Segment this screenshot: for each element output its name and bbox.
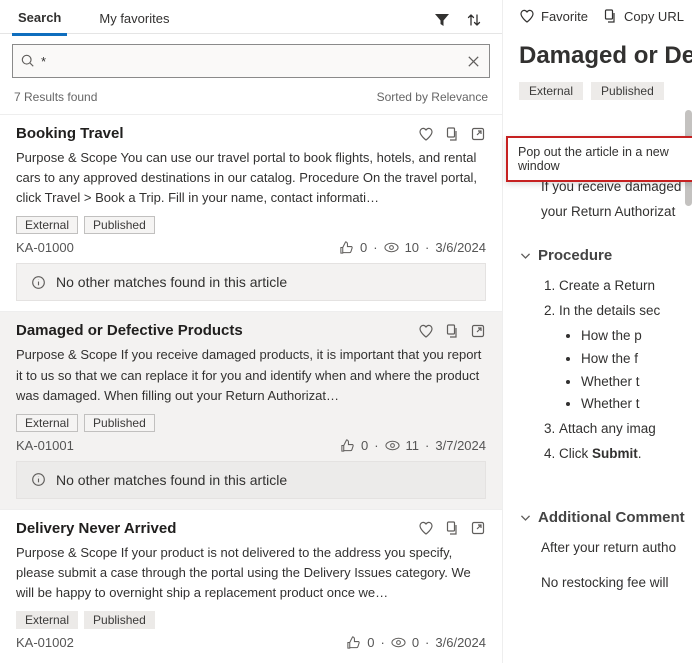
thumbsup-icon[interactable] — [346, 635, 361, 650]
heart-icon[interactable] — [418, 520, 434, 536]
section-additional-heading[interactable]: Additional Comment — [513, 499, 692, 534]
card-title: Damaged or Defective Products — [16, 322, 243, 339]
card-desc: Purpose & Scope If you receive damaged p… — [16, 345, 486, 405]
thumbsup-icon[interactable] — [340, 438, 355, 453]
results-count: 7 Results found — [14, 90, 97, 104]
section-procedure-heading[interactable]: Procedure — [513, 237, 692, 272]
card-ka: KA-01002 — [16, 635, 74, 650]
section-procedure-body: Create a Return In the details sec How t… — [513, 272, 692, 479]
tabs-bar: Search My favorites — [0, 0, 502, 34]
heart-icon[interactable] — [418, 323, 434, 339]
sort-label: Sorted by Relevance — [377, 90, 488, 104]
badge-published: Published — [591, 82, 664, 100]
card-date: 3/6/2024 — [435, 635, 486, 650]
card-ka: KA-01001 — [16, 438, 74, 453]
popout-icon[interactable] — [470, 323, 486, 339]
result-card[interactable]: Delivery Never Arrived Purpose & Scope I… — [0, 509, 502, 663]
result-card[interactable]: Damaged or Defective Products Purpose & … — [0, 311, 502, 508]
info-icon — [31, 472, 46, 487]
badge-external: External — [16, 216, 78, 234]
search-input[interactable] — [41, 54, 466, 69]
badge-external: External — [16, 414, 78, 432]
article-title: Damaged or De — [513, 30, 692, 82]
results-list: Booking Travel Purpose & Scope You can u… — [0, 114, 502, 663]
card-desc: Purpose & Scope You can use our travel p… — [16, 148, 486, 208]
card-likes: 0 — [367, 635, 374, 650]
card-title: Booking Travel — [16, 125, 124, 142]
badge-published: Published — [84, 414, 155, 432]
views-icon — [384, 240, 399, 255]
tooltip-popout: Pop out the article in a new window — [506, 136, 692, 182]
copy-icon — [602, 8, 618, 24]
badge-external: External — [519, 82, 583, 100]
badge-external: External — [16, 611, 78, 629]
card-likes: 0 — [361, 438, 368, 453]
card-views: 0 — [412, 635, 419, 650]
popout-icon[interactable] — [470, 126, 486, 142]
card-ka: KA-01000 — [16, 240, 74, 255]
chevron-down-icon — [519, 511, 532, 524]
tab-search[interactable]: Search — [12, 4, 67, 36]
badge-published: Published — [84, 611, 155, 629]
favorite-button[interactable]: Favorite — [519, 8, 588, 24]
chevron-down-icon — [519, 249, 532, 262]
card-views: 10 — [405, 240, 419, 255]
filter-icon[interactable] — [434, 12, 450, 28]
search-icon — [21, 54, 35, 68]
card-desc: Purpose & Scope If your product is not d… — [16, 543, 486, 603]
badge-published: Published — [84, 216, 155, 234]
section-additional-body: After your return autho No restocking fe… — [513, 534, 692, 608]
tab-favorites[interactable]: My favorites — [93, 5, 175, 34]
result-card[interactable]: Booking Travel Purpose & Scope You can u… — [0, 114, 502, 311]
card-date: 3/7/2024 — [435, 438, 486, 453]
copy-url-button[interactable]: Copy URL — [602, 8, 684, 24]
popout-icon[interactable] — [470, 520, 486, 536]
link-icon[interactable] — [444, 520, 460, 536]
thumbsup-icon[interactable] — [339, 240, 354, 255]
link-icon[interactable] — [444, 126, 460, 142]
views-icon — [385, 438, 400, 453]
section-purpose-body: If you receive damaged your Return Autho… — [513, 173, 692, 237]
info-icon — [31, 275, 46, 290]
card-likes: 0 — [360, 240, 367, 255]
no-match-notice: No other matches found in this article — [16, 263, 486, 301]
link-icon[interactable] — [444, 323, 460, 339]
card-views: 11 — [406, 438, 420, 453]
views-icon — [391, 635, 406, 650]
card-date: 3/6/2024 — [435, 240, 486, 255]
no-match-notice: No other matches found in this article — [16, 461, 486, 499]
search-box[interactable] — [12, 44, 490, 78]
sort-icon[interactable] — [466, 12, 482, 28]
clear-icon[interactable] — [466, 54, 481, 69]
heart-icon[interactable] — [418, 126, 434, 142]
heart-icon — [519, 8, 535, 24]
card-title: Delivery Never Arrived — [16, 520, 176, 537]
